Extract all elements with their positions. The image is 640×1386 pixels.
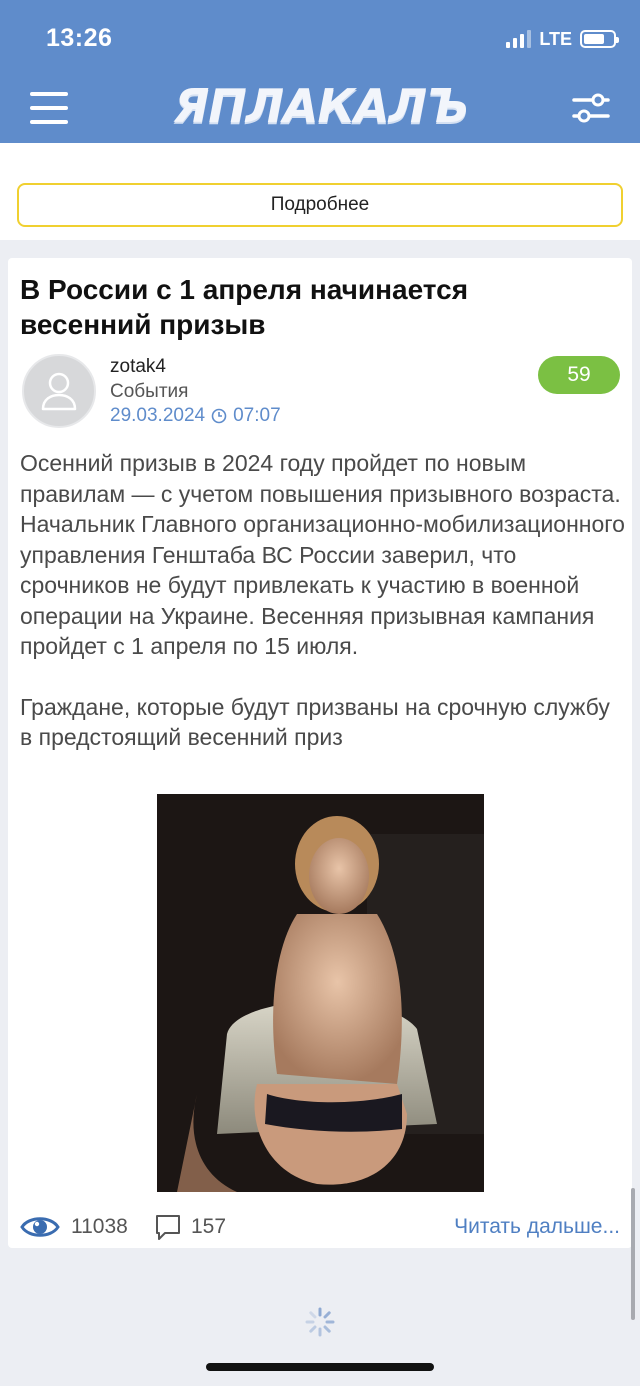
photo-placeholder [157,794,484,1192]
post-category[interactable]: События [110,381,188,403]
signal-icon [506,30,532,48]
filter-settings-icon[interactable] [572,92,610,124]
scrollbar[interactable] [631,1188,635,1320]
read-more-link[interactable]: Читать дальше... [454,1215,620,1239]
post-text: Осенний призыв в 2024 году пройдет по но… [20,448,626,753]
date-text: 29.03.2024 [110,405,206,426]
clock-icon [211,408,227,424]
more-details-button[interactable]: Подробнее [17,183,623,227]
comments-count[interactable]: 157 [191,1215,226,1239]
post-image[interactable] [157,794,484,1192]
post-date: 29.03.2024 07:07 [110,405,281,427]
loading-spinner-icon [305,1307,335,1337]
post-title[interactable]: В России с 1 апреля начинается весенний … [20,272,580,342]
status-indicators: LTE [506,26,619,52]
rating-badge[interactable]: 59 [538,356,620,394]
app-header: 13:26 LTE ЯПЛАКАЛЪ [0,0,640,143]
views-count: 11038 [71,1215,128,1238]
avatar[interactable] [22,354,96,428]
comment-icon[interactable] [153,1212,183,1242]
post-paragraph: Граждане, которые будут призваны на сроч… [20,693,610,751]
network-type: LTE [539,28,572,49]
home-indicator[interactable] [206,1363,434,1371]
user-icon [41,372,77,411]
author-name[interactable]: zotak4 [110,356,166,378]
status-time: 13:26 [46,24,113,52]
post-paragraph: Осенний призыв в 2024 году пройдет по но… [20,450,625,659]
eye-icon [20,1217,60,1237]
menu-icon[interactable] [30,92,68,124]
time-text: 07:07 [233,405,281,426]
site-logo[interactable]: ЯПЛАКАЛЪ [174,78,469,134]
battery-icon [580,30,619,48]
post-footer: 11038 157 Читать дальше... [8,1208,632,1248]
